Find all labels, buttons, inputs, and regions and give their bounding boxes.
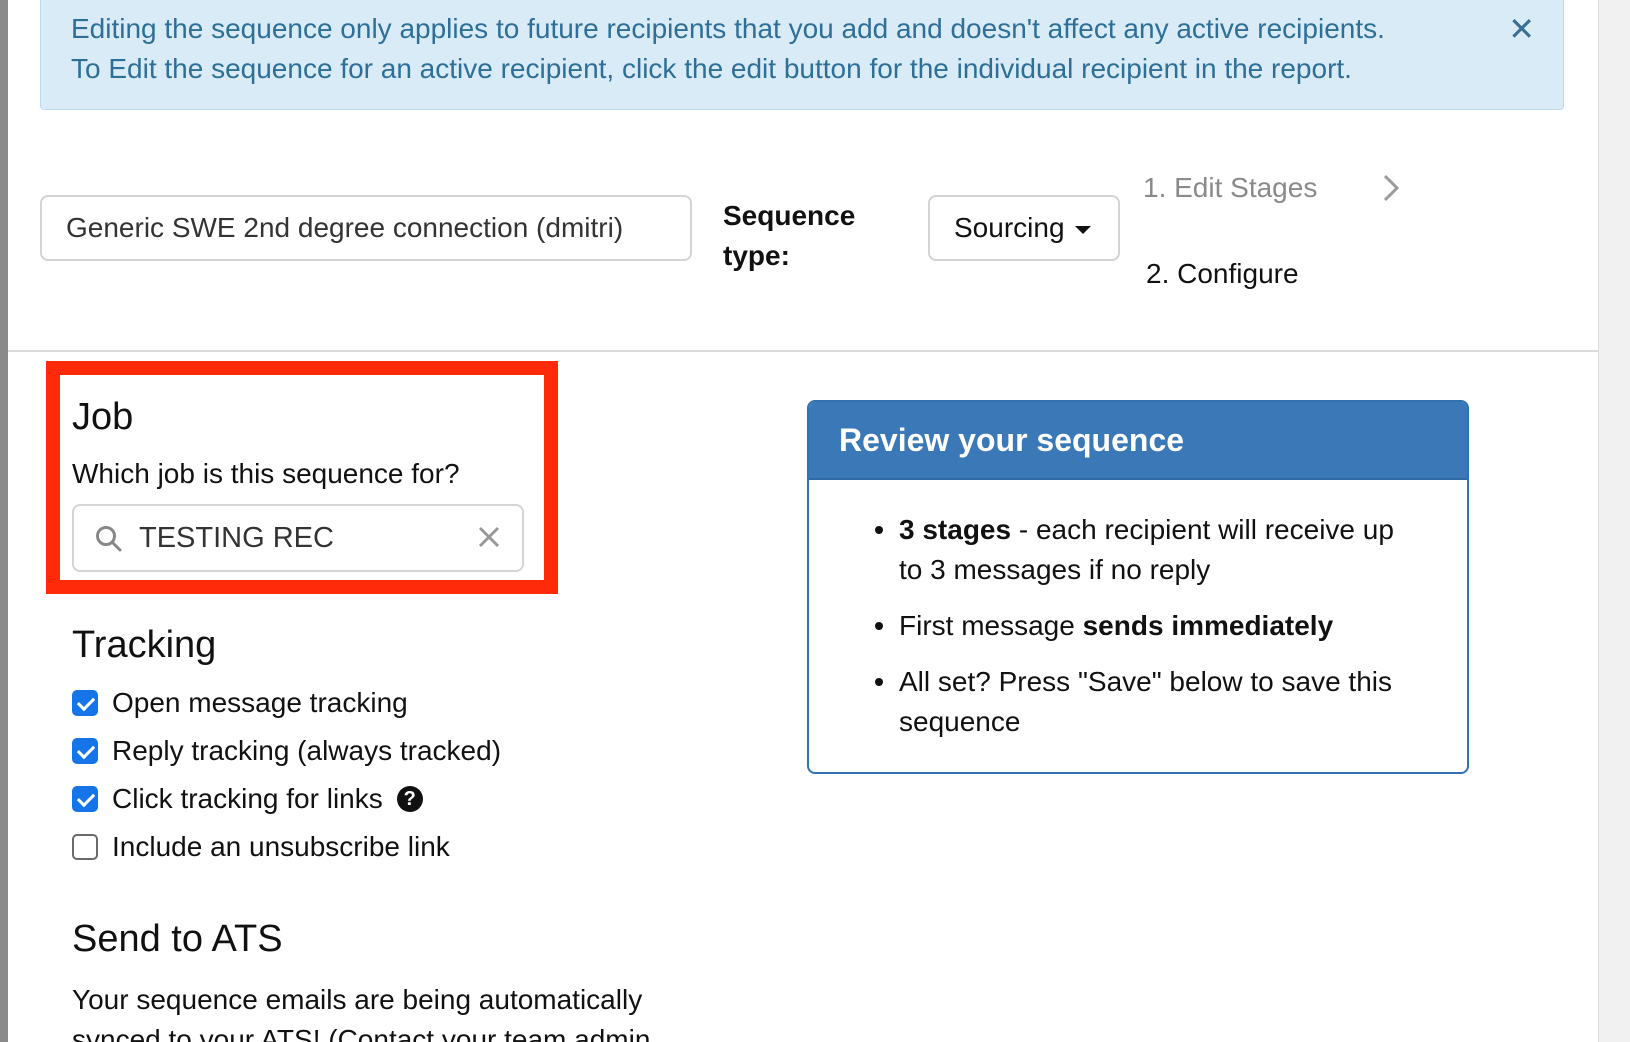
- alert-line-1: Editing the sequence only applies to fut…: [71, 13, 1385, 44]
- chevron-right-icon: [1383, 174, 1400, 202]
- page-frame: Editing the sequence only applies to fut…: [8, 0, 1598, 1042]
- reply-tracking-label: Reply tracking (always tracked): [112, 735, 502, 766]
- step-edit-stages[interactable]: 1. Edit Stages: [1143, 172, 1317, 204]
- ats-description: Your sequence emails are being automatic…: [72, 984, 651, 1042]
- open-tracking-label: Open message tracking: [112, 687, 408, 718]
- step-configure[interactable]: 2. Configure: [1146, 258, 1299, 290]
- section-divider: [8, 350, 1598, 352]
- review-item-save-text: All set? Press "Save" below to save this…: [899, 666, 1392, 737]
- click-tracking-label: Click tracking for links: [112, 783, 383, 814]
- caret-down-icon: [1074, 226, 1091, 234]
- review-item-save: All set? Press "Save" below to save this…: [875, 662, 1419, 742]
- sequence-type-label: Sequence type:: [723, 200, 856, 271]
- click-tracking-option[interactable]: Click tracking for links ?: [72, 779, 423, 819]
- review-item-first-message: First message sends immediately: [875, 606, 1419, 646]
- unsubscribe-label: Include an unsubscribe link: [112, 831, 450, 862]
- unsubscribe-option[interactable]: Include an unsubscribe link: [72, 827, 450, 867]
- sequence-type-value: Sourcing: [954, 212, 1065, 243]
- reply-tracking-checkbox[interactable]: [72, 738, 98, 764]
- review-title: Review your sequence: [809, 402, 1467, 480]
- sequence-type-dropdown[interactable]: Sourcing: [928, 195, 1120, 261]
- open-tracking-option[interactable]: Open message tracking: [72, 683, 408, 723]
- alert-line-2: To Edit the sequence for an active recip…: [71, 53, 1352, 84]
- review-panel: Review your sequence 3 stages - each rec…: [807, 400, 1469, 774]
- review-item-first-prefix: First message: [899, 610, 1083, 641]
- job-highlight-box: [46, 361, 558, 594]
- review-item-first-bold: sends immediately: [1082, 610, 1334, 641]
- reply-tracking-option[interactable]: Reply tracking (always tracked): [72, 731, 501, 771]
- review-item-stages: 3 stages - each recipient will receive u…: [875, 510, 1419, 590]
- click-tracking-checkbox[interactable]: [72, 786, 98, 812]
- info-alert: Editing the sequence only applies to fut…: [40, 0, 1564, 110]
- scrollbar[interactable]: [1598, 0, 1630, 1042]
- open-tracking-checkbox[interactable]: [72, 690, 98, 716]
- sequence-name-input[interactable]: [40, 195, 692, 261]
- review-list: 3 stages - each recipient will receive u…: [875, 510, 1419, 758]
- help-icon[interactable]: ?: [396, 786, 423, 812]
- unsubscribe-checkbox[interactable]: [72, 834, 98, 860]
- tracking-title: Tracking: [72, 624, 217, 666]
- ats-title: Send to ATS: [72, 918, 283, 960]
- alert-close-icon[interactable]: ✕: [1508, 13, 1535, 45]
- review-item-stages-bold: 3 stages: [899, 514, 1012, 545]
